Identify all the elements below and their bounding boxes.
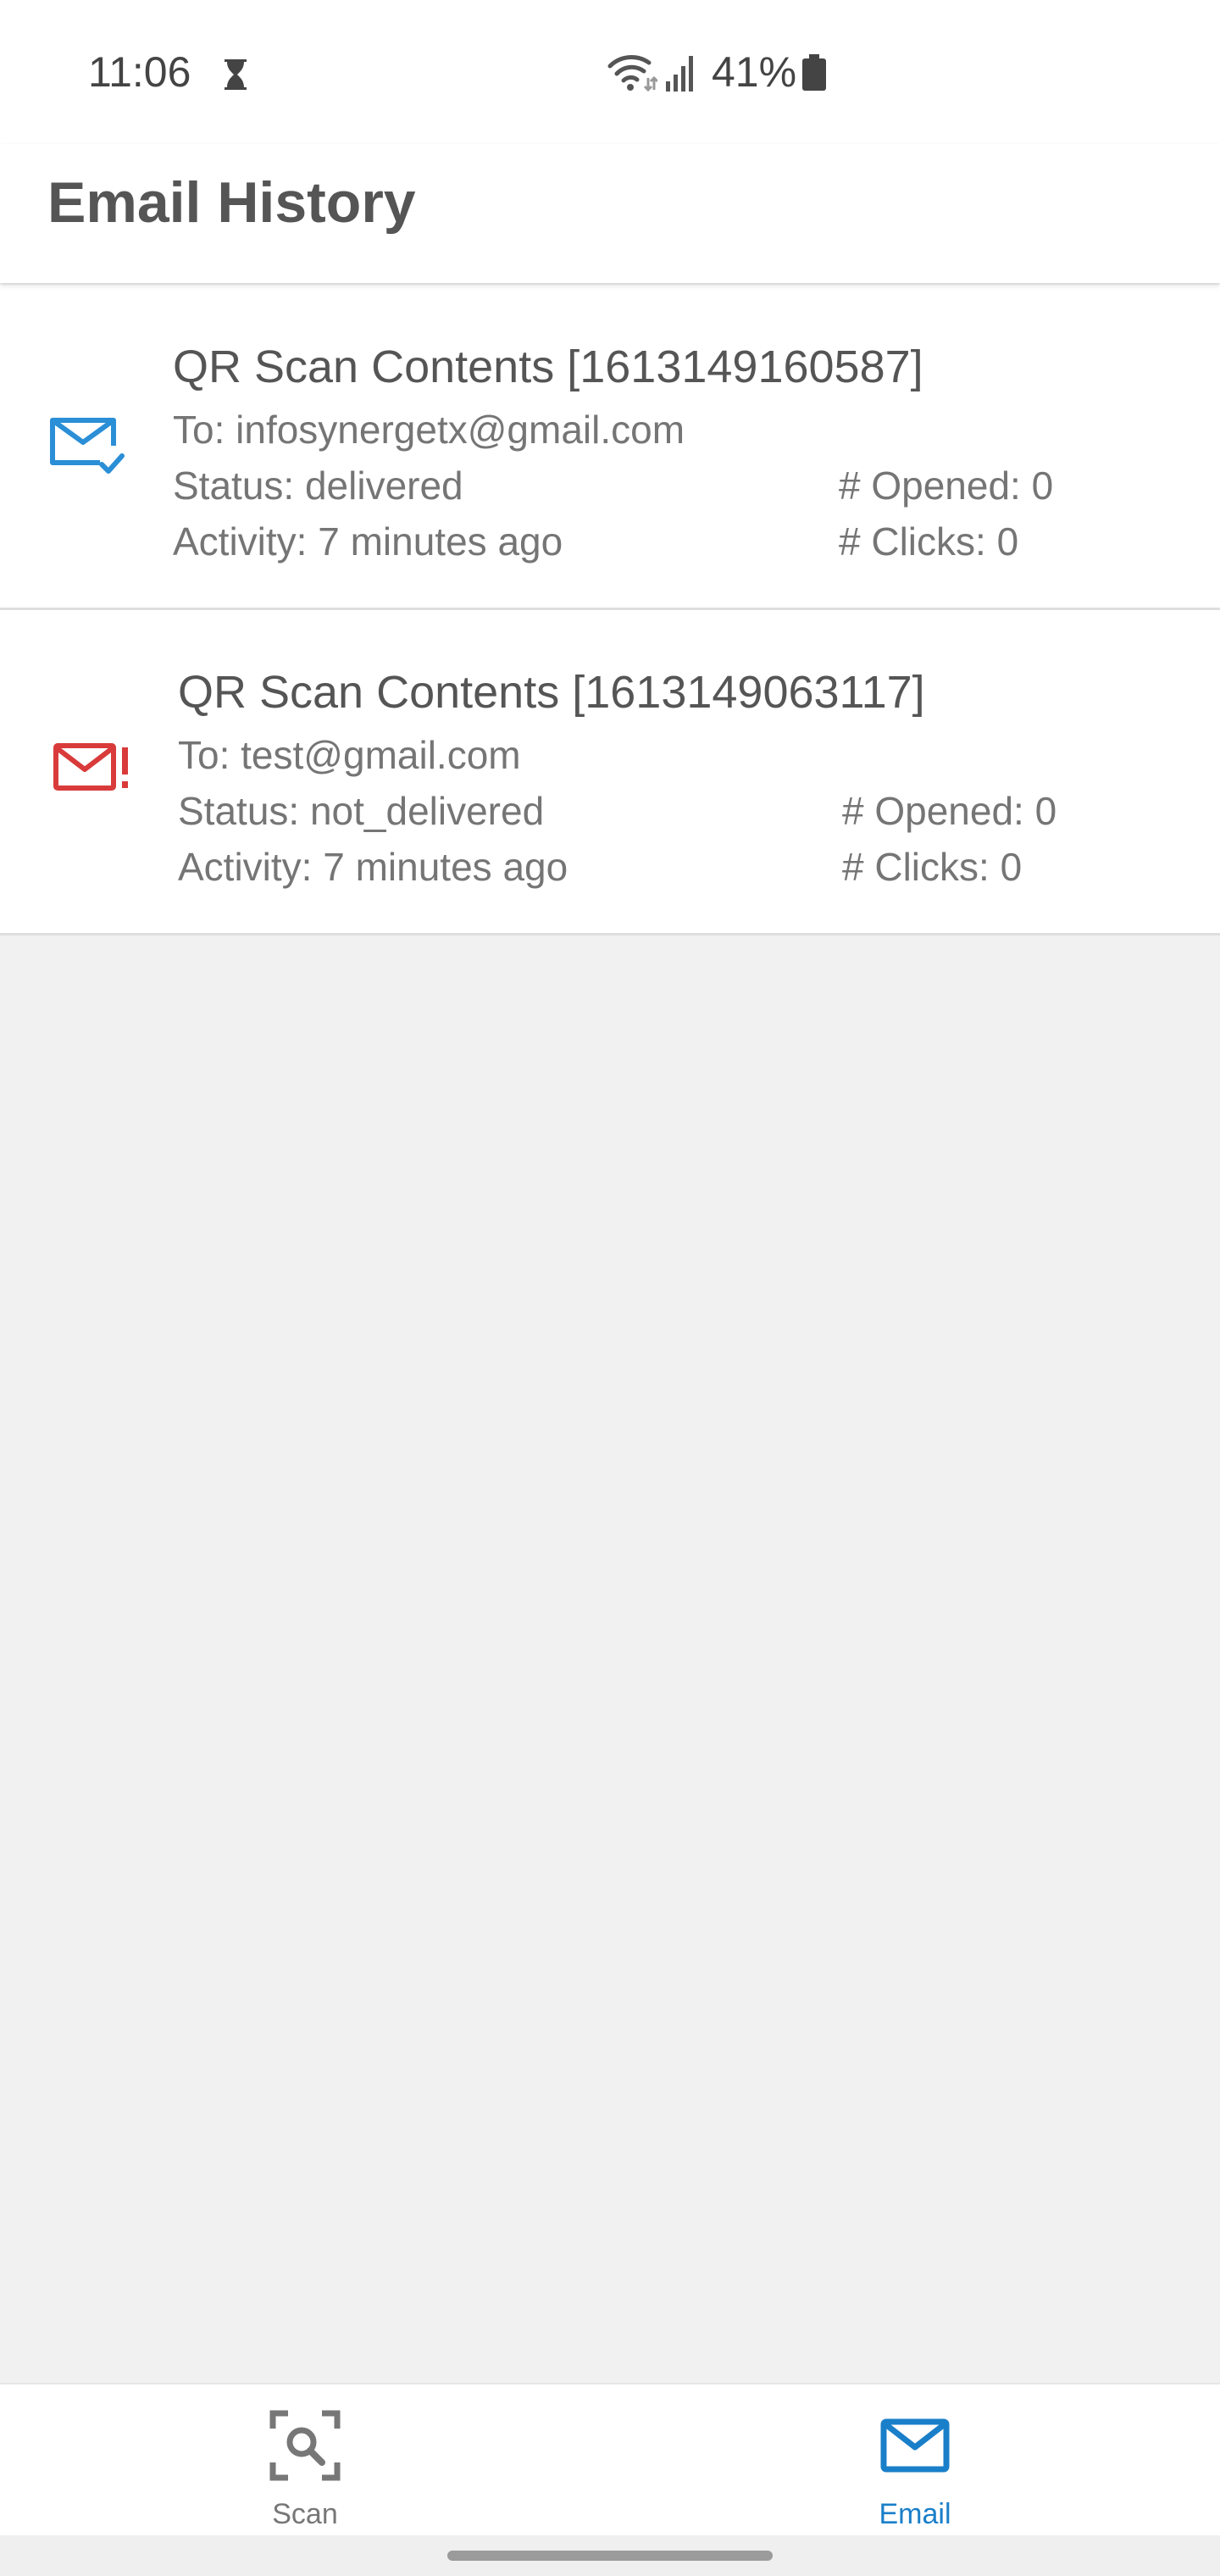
gesture-handle[interactable] <box>447 2551 773 2561</box>
email-list-item[interactable]: QR Scan Contents [1613149160587] To: inf… <box>0 285 1220 610</box>
mail-alert-icon <box>53 743 128 791</box>
email-clicks-count: # Clicks: 0 <box>842 845 1023 889</box>
bottom-navigation: Scan Email <box>0 2383 1220 2535</box>
email-clicks-count: # Clicks: 0 <box>839 519 1019 564</box>
signal-icon <box>666 56 693 92</box>
nav-item-scan[interactable]: Scan <box>152 2384 458 2535</box>
email-activity: Activity: 7 minutes ago <box>178 845 568 889</box>
email-recipient: To: test@gmail.com <box>178 733 521 777</box>
qr-scan-icon <box>269 2410 341 2481</box>
nav-label-email: Email <box>879 2498 951 2530</box>
email-subject: QR Scan Contents [1613149160587] <box>173 341 923 392</box>
app-bar: Email History <box>0 144 1220 283</box>
email-opened-count: # Opened: 0 <box>839 464 1054 508</box>
email-subject: QR Scan Contents [1613149063117] <box>178 667 925 718</box>
page-title: Email History <box>47 170 416 235</box>
nav-label-scan: Scan <box>272 2498 338 2530</box>
battery-percent: 41% <box>712 48 797 96</box>
mail-icon <box>880 2418 950 2473</box>
mail-check-icon <box>50 418 125 474</box>
status-time: 11:06 <box>88 48 191 96</box>
wifi-icon <box>607 55 657 92</box>
hourglass-icon <box>225 59 247 90</box>
email-opened-count: # Opened: 0 <box>842 789 1057 833</box>
email-status: Status: not_delivered <box>178 789 545 833</box>
email-status: Status: delivered <box>173 464 463 508</box>
status-bar: 11:06 41% <box>0 0 1220 144</box>
email-list-item[interactable]: QR Scan Contents [1613149063117] To: tes… <box>0 610 1220 935</box>
email-activity: Activity: 7 minutes ago <box>173 519 563 564</box>
email-history-list: QR Scan Contents [1613149160587] To: inf… <box>0 285 1220 935</box>
gesture-bar <box>0 2535 1220 2576</box>
email-recipient: To: infosynergetx@gmail.com <box>173 408 685 452</box>
nav-item-email[interactable]: Email <box>762 2384 1068 2535</box>
battery-icon <box>802 54 826 91</box>
